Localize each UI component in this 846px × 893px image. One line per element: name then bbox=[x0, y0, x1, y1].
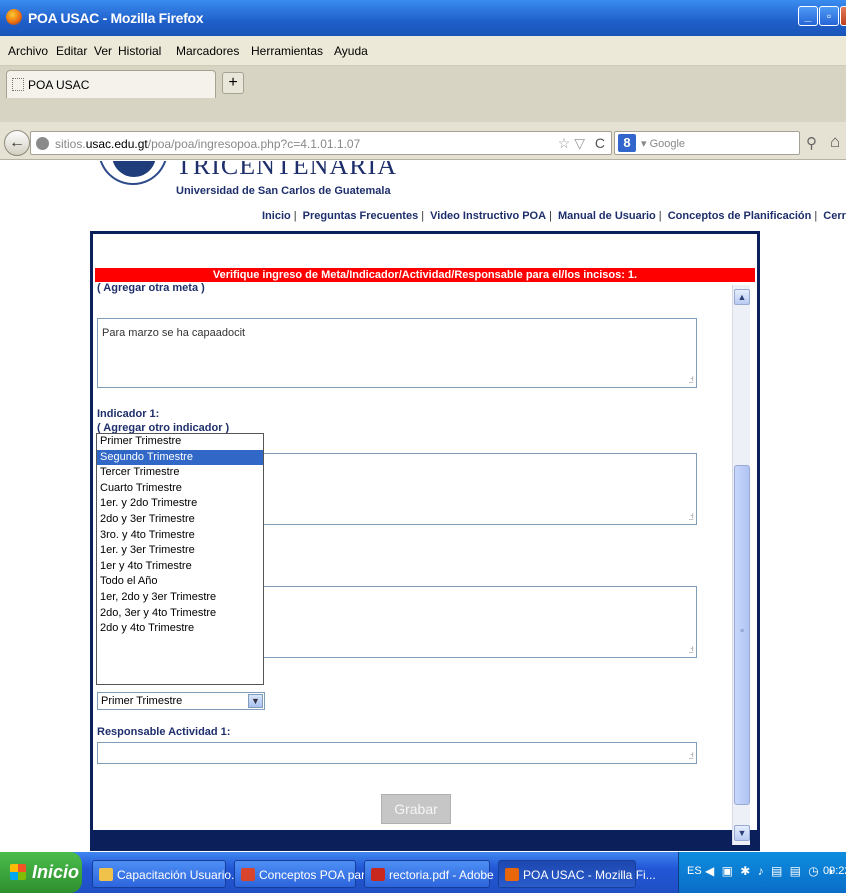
maximize-button[interactable]: ▫ bbox=[819, 6, 839, 26]
app-icon bbox=[99, 868, 113, 881]
app-icon bbox=[505, 868, 519, 881]
indicador-label: Indicador 1: bbox=[97, 408, 160, 420]
dropdown-option[interactable]: 1er. y 2do Trimestre bbox=[97, 496, 263, 512]
taskbar-item-label: POA USAC - Mozilla Fi... bbox=[523, 868, 656, 882]
nav-link-preguntas[interactable]: Preguntas Frecuentes bbox=[303, 210, 419, 222]
dropdown-option[interactable]: 2do, 3er y 4to Trimestre bbox=[97, 606, 263, 622]
dropdown-option[interactable]: 1er y 4to Trimestre bbox=[97, 559, 263, 575]
resize-grip-icon[interactable]: .:! bbox=[688, 512, 693, 522]
dropdown-option[interactable]: 1er. y 3er Trimestre bbox=[97, 543, 263, 559]
validation-alert: Verifique ingreso de Meta/Indicador/Acti… bbox=[95, 268, 755, 282]
taskbar-item[interactable]: Conceptos POA parte II bbox=[234, 860, 385, 888]
tab-bar: POA USAC + bbox=[0, 66, 846, 122]
menu-marcadores[interactable]: Marcadores bbox=[176, 44, 239, 58]
menu-ayuda[interactable]: Ayuda bbox=[334, 44, 368, 58]
meta-text: Para marzo se ha capaadocit bbox=[102, 327, 246, 339]
nav-link-inicio[interactable]: Inicio bbox=[262, 210, 291, 222]
new-tab-button[interactable]: + bbox=[222, 72, 244, 94]
responsable-label: Responsable Actividad 1: bbox=[97, 726, 231, 738]
clock[interactable]: 09:22 bbox=[823, 865, 846, 877]
footer-strip bbox=[90, 830, 760, 851]
menu-bar: Archivo Editar Ver Historial Marcadores … bbox=[0, 36, 846, 66]
app-icon bbox=[371, 868, 385, 881]
scrollbar-thumb[interactable]: ≡ bbox=[734, 465, 750, 805]
bookmark-star-icon[interactable]: ☆ ▽ bbox=[558, 135, 585, 152]
taskbar-item[interactable]: Capacitación Usuario... bbox=[92, 860, 241, 888]
dropdown-option[interactable]: 1er, 2do y 3er Trimestre bbox=[97, 590, 263, 606]
url-bar[interactable]: sitios.usac.edu.gt/poa/poa/ingresopoa.ph… bbox=[30, 131, 612, 155]
menu-editar[interactable]: Editar bbox=[56, 44, 87, 58]
taskbar-item[interactable]: rectoria.pdf - Adobe ... bbox=[364, 860, 507, 888]
usac-logo bbox=[98, 161, 168, 185]
scroll-down-icon[interactable]: ▼ bbox=[734, 825, 750, 841]
language-indicator[interactable]: ES bbox=[687, 865, 702, 877]
search-bar[interactable]: 8 ▾ Google bbox=[614, 131, 800, 155]
menu-herramientas[interactable]: Herramientas bbox=[251, 44, 323, 58]
dropdown-option[interactable]: Primer Trimestre bbox=[97, 434, 263, 450]
tray-icons[interactable]: ◀ ▣ ✱ ♪ ▤ ▤ ◷ ◑ bbox=[705, 864, 835, 878]
dropdown-option[interactable]: Cuarto Trimestre bbox=[97, 481, 263, 497]
vertical-scrollbar[interactable]: ▲ ≡ ▼ bbox=[732, 285, 750, 845]
window-title: POA USAC - Mozilla Firefox bbox=[28, 10, 204, 26]
dropdown-option[interactable]: Todo el Año bbox=[97, 574, 263, 590]
top-navigation: Inicio | Preguntas Frecuentes | Video Inst… bbox=[262, 210, 846, 222]
chevron-down-icon[interactable]: ▼ bbox=[248, 694, 263, 708]
resize-grip-icon[interactable]: .:! bbox=[688, 751, 693, 761]
back-button[interactable]: ← bbox=[4, 130, 30, 156]
menu-historial[interactable]: Historial bbox=[118, 44, 161, 58]
add-meta-link[interactable]: ( Agregar otra meta ) bbox=[97, 282, 205, 294]
windows-logo-icon bbox=[10, 864, 26, 880]
taskbar-item[interactable]: POA USAC - Mozilla Fi... bbox=[498, 860, 656, 888]
resize-grip-icon[interactable]: .:! bbox=[688, 645, 693, 655]
close-button[interactable] bbox=[840, 6, 846, 26]
nav-link-manual[interactable]: Manual de Usuario bbox=[558, 210, 656, 222]
minimize-button[interactable]: _ bbox=[798, 6, 818, 26]
grabar-button[interactable]: Grabar bbox=[381, 794, 451, 824]
nav-link-cerrar-sesion[interactable]: Cerrar sesión bbox=[823, 210, 846, 222]
nav-link-video[interactable]: Video Instructivo POA bbox=[430, 210, 546, 222]
firefox-icon bbox=[6, 9, 22, 25]
dropdown-option[interactable]: 3ro. y 4to Trimestre bbox=[97, 528, 263, 544]
taskbar-item-label: rectoria.pdf - Adobe ... bbox=[389, 868, 508, 882]
search-icon[interactable]: ⚲ bbox=[806, 134, 817, 152]
tab-label: POA USAC bbox=[28, 78, 90, 92]
home-icon[interactable]: ⌂ bbox=[830, 132, 840, 152]
menu-ver[interactable]: Ver bbox=[94, 44, 112, 58]
dropdown-option[interactable]: 2do y 4to Trimestre bbox=[97, 621, 263, 637]
app-icon bbox=[241, 868, 255, 881]
windows-taskbar: Inicio Capacitación Usuario... Conceptos … bbox=[0, 852, 846, 893]
responsable-input[interactable]: .:! bbox=[97, 742, 697, 764]
resize-grip-icon[interactable]: .:! bbox=[688, 375, 693, 385]
google-icon[interactable]: 8 bbox=[618, 134, 636, 152]
page-icon bbox=[12, 78, 24, 91]
taskbar-item-label: Capacitación Usuario... bbox=[117, 868, 242, 882]
meta-textarea[interactable]: Para marzo se ha capaadocit .:! bbox=[97, 318, 697, 388]
dropdown-option[interactable]: Segundo Trimestre bbox=[97, 449, 263, 466]
scroll-up-icon[interactable]: ▲ bbox=[734, 289, 750, 305]
reload-icon[interactable]: C bbox=[595, 135, 605, 151]
url-text[interactable]: sitios.usac.edu.gt/poa/poa/ingresopoa.ph… bbox=[55, 137, 360, 151]
trimestre-dropdown-list[interactable]: Primer Trimestre Segundo Trimestre Tercer … bbox=[96, 433, 264, 685]
dropdown-option[interactable]: 2do y 3er Trimestre bbox=[97, 512, 263, 528]
menu-archivo[interactable]: Archivo bbox=[8, 44, 48, 58]
system-tray: ES ◀ ▣ ✱ ♪ ▤ ▤ ◷ ◑ 09:22 bbox=[678, 852, 846, 893]
start-label: Inicio bbox=[32, 862, 80, 882]
grip-icon: ≡ bbox=[740, 628, 745, 635]
globe-icon bbox=[36, 137, 49, 150]
tab-poa-usac[interactable]: POA USAC bbox=[6, 70, 216, 98]
start-button[interactable]: Inicio bbox=[0, 852, 82, 893]
banner-title: TRICENTENARIA bbox=[176, 161, 397, 180]
nav-link-conceptos[interactable]: Conceptos de Planificación bbox=[668, 210, 812, 222]
trimestre-select[interactable]: Primer Trimestre ▼ bbox=[97, 692, 265, 710]
dropdown-option[interactable]: Tercer Trimestre bbox=[97, 465, 263, 481]
navigation-bar: ← sitios.usac.edu.gt/poa/poa/ingresopoa.… bbox=[0, 122, 846, 160]
select-value: Primer Trimestre bbox=[101, 695, 183, 707]
window-titlebar: POA USAC - Mozilla Firefox _ ▫ bbox=[0, 0, 846, 36]
search-input[interactable]: ▾ Google bbox=[641, 137, 685, 150]
university-name: Universidad de San Carlos de Guatemala bbox=[176, 185, 391, 197]
